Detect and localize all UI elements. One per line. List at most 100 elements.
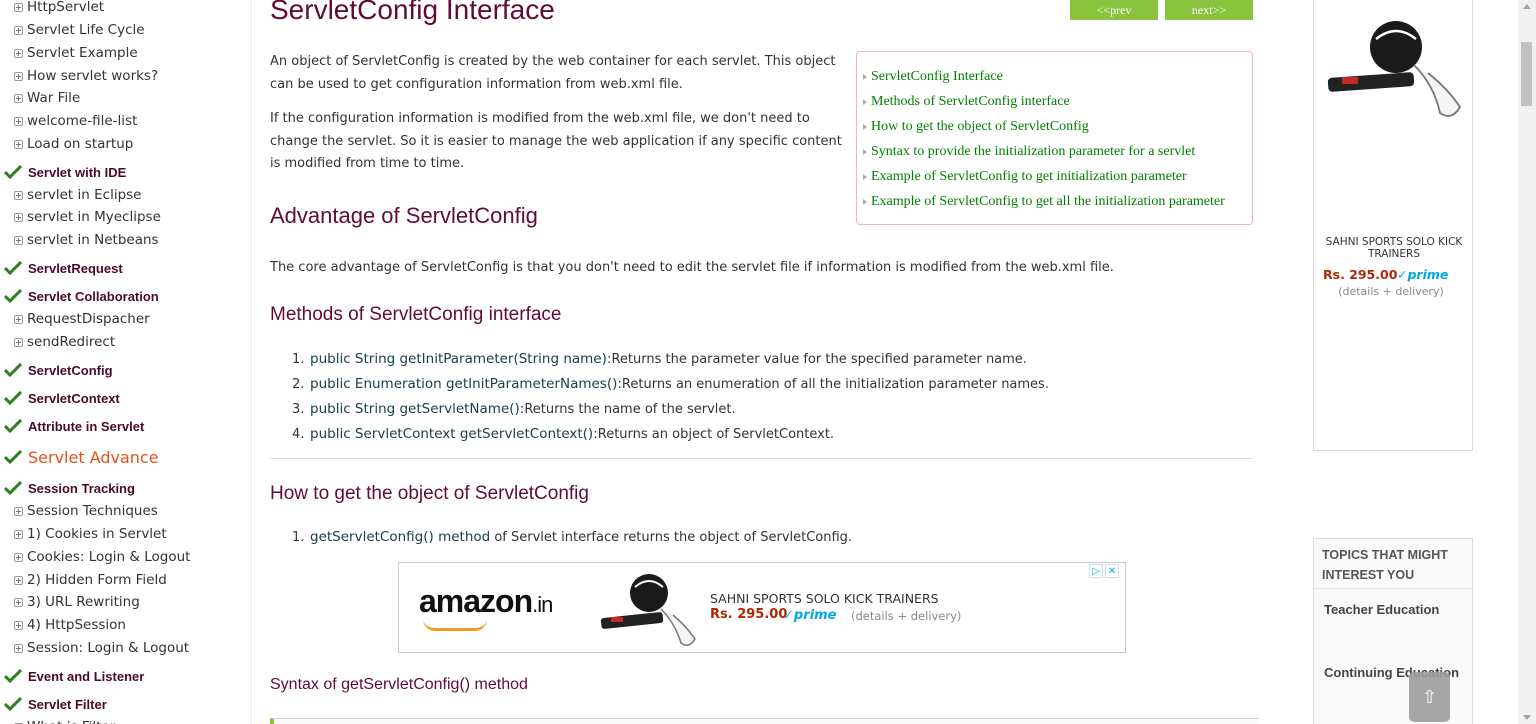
ad-choices[interactable]: ▷ ✕: [1089, 564, 1119, 578]
checkmark-icon: [4, 450, 22, 464]
sidebar-item-label: Servlet Life Cycle: [27, 22, 145, 38]
sidebar-item-servlet-example[interactable]: Servlet Example: [14, 42, 138, 64]
get-object-heading: How to get the object of ServletConfig: [270, 483, 589, 504]
sidebar-item-event-and-listener[interactable]: Event and Listener: [4, 665, 144, 687]
sidebar-item-servlet-collaboration[interactable]: Servlet Collaboration: [4, 285, 159, 307]
sidebar-item-label: RequestDispacher: [27, 311, 150, 327]
kick-trainer-product-image: [1327, 21, 1462, 117]
toc-link[interactable]: Example of ServletConfig to get initiali…: [871, 169, 1187, 185]
expand-icon: [14, 620, 23, 630]
checkmark-icon: [4, 669, 22, 683]
sidebar-item-session-login-logout[interactable]: Session: Login & Logout: [14, 637, 189, 659]
sidebar-item-sendredirect[interactable]: sendRedirect: [14, 331, 115, 353]
sidebar-item-servlet-in-myeclipse[interactable]: servlet in Myeclipse: [14, 206, 161, 228]
ad-product-title[interactable]: SAHNI SPORTS SOLO KICK TRAINERS: [1314, 236, 1474, 260]
sidebar-item-servlet-filter[interactable]: Servlet Filter: [4, 693, 107, 715]
sidebar-item-label: servlet in Netbeans: [27, 232, 159, 248]
sidebar-item-requestdispacher[interactable]: RequestDispacher: [14, 308, 150, 330]
ad-price: Rs. 295.00: [1323, 267, 1398, 282]
ad-details-link[interactable]: (details + delivery): [1314, 285, 1468, 298]
banner-price: Rs. 295.00: [710, 607, 788, 622]
sidebar-item-1-cookies-in-servlet[interactable]: 1) Cookies in Servlet: [14, 523, 167, 545]
sidebar-item-label: Load on startup: [27, 136, 134, 152]
sidebar-item-3-url-rewriting[interactable]: 3) URL Rewriting: [14, 591, 140, 613]
sidebar-item-servlet-in-netbeans[interactable]: servlet in Netbeans: [14, 229, 159, 251]
sidebar-item-session-tracking[interactable]: Session Tracking: [4, 477, 135, 499]
sidebar-item-label: servlet in Myeclipse: [27, 209, 161, 225]
sidebar-item-label: Session: Login & Logout: [27, 640, 190, 656]
sidebar-item-servletrequest[interactable]: ServletRequest: [4, 257, 123, 279]
topic-teacher-education[interactable]: Teacher Education: [1324, 602, 1439, 617]
sidebar-item-servletcontext[interactable]: ServletContext: [4, 387, 120, 409]
sidebar-item-httpservlet[interactable]: HttpServlet: [14, 0, 104, 18]
sidebar-item-4-httpsession[interactable]: 4) HttpSession: [14, 614, 126, 636]
sidebar-item-cookies-login-logout[interactable]: Cookies: Login & Logout: [14, 546, 190, 568]
sidebar-item-2-hidden-form-field[interactable]: 2) Hidden Form Field: [14, 569, 167, 591]
sidebar-item-servlet-with-ide[interactable]: Servlet with IDE: [4, 161, 126, 183]
scroll-to-top-button[interactable]: ⇧: [1409, 672, 1450, 722]
sidebar-item-servlet-life-cycle[interactable]: Servlet Life Cycle: [14, 19, 145, 41]
ad-choices-icon[interactable]: ▷: [1089, 564, 1103, 578]
method-description: Returns an object of ServletContext.: [597, 427, 835, 442]
expand-icon: [14, 48, 23, 58]
scroll-up-icon[interactable]: [1523, 4, 1531, 9]
amazon-banner-ad[interactable]: amazon.in SAHNI SPORTS SOLO KICK TRAINER…: [398, 562, 1126, 653]
sidebar-item-label: Cookies: Login & Logout: [27, 549, 191, 565]
toc-item[interactable]: Methods of ServletConfig interface: [863, 89, 1252, 114]
list-item: 4. public ServletContext getServletContex…: [292, 426, 834, 442]
next-button[interactable]: next>>: [1165, 0, 1253, 20]
scrollbar-thumb[interactable]: [1521, 42, 1532, 106]
scroll-down-icon[interactable]: [1523, 715, 1531, 720]
triangle-right-icon: [863, 123, 867, 130]
banner-details-link[interactable]: (details + delivery): [851, 609, 961, 623]
list-number: 2.: [292, 377, 305, 392]
syntax-heading: Syntax of getServletConfig() method: [270, 676, 528, 693]
expand-icon: [14, 337, 23, 347]
prev-button[interactable]: <<prev: [1070, 0, 1158, 20]
sidebar-item-welcome-file-list[interactable]: welcome-file-list: [14, 110, 137, 132]
sidebar-item-session-techniques[interactable]: Session Techniques: [14, 500, 158, 522]
method-signature: getServletConfig() method: [310, 529, 491, 545]
toc-item[interactable]: ServletConfig Interface: [863, 64, 1252, 89]
left-sidebar: HttpServlet Servlet Life Cycle Servlet Exa…: [0, 0, 252, 724]
sidebar-item-servletconfig[interactable]: ServletConfig: [4, 359, 113, 381]
sidebar-item-label: 2) Hidden Form Field: [27, 572, 167, 588]
sidebar-item-label: ServletConfig: [28, 362, 113, 378]
sidebar-item-load-on-startup[interactable]: Load on startup: [14, 133, 133, 155]
sidebar-item-how-servlet-works[interactable]: How servlet works?: [14, 65, 158, 87]
checkmark-icon: [4, 165, 22, 179]
sidebar-item-what-is-filter[interactable]: What is Filter: [14, 716, 115, 724]
list-item: 2. public Enumeration getInitParameterNam…: [292, 376, 1049, 392]
toc-link[interactable]: Syntax to provide the initialization par…: [871, 144, 1195, 160]
triangle-right-icon: [863, 173, 867, 180]
sidebar-item-war-file[interactable]: War File: [14, 87, 80, 109]
sidebar-item-servlet-in-eclipse[interactable]: servlet in Eclipse: [14, 184, 141, 206]
toc-link[interactable]: ServletConfig Interface: [871, 69, 1003, 85]
ad-prime-badge: ✓prime: [1397, 267, 1449, 282]
close-icon[interactable]: ✕: [1105, 564, 1119, 578]
toc-item[interactable]: Syntax to provide the initialization par…: [863, 139, 1252, 164]
sidebar-item-label: Session Tracking: [28, 480, 135, 496]
expand-icon: [14, 597, 23, 607]
toc-item[interactable]: Example of ServletConfig to get all the …: [863, 189, 1252, 214]
product-ad[interactable]: SAHNI SPORTS SOLO KICK TRAINERS Rs. 295.…: [1313, 0, 1473, 451]
toc-item[interactable]: How to get the object of ServletConfig: [863, 114, 1252, 139]
toc-item[interactable]: Example of ServletConfig to get initiali…: [863, 164, 1252, 189]
sidebar-item-servlet-advance[interactable]: Servlet Advance: [4, 446, 159, 468]
toc-link[interactable]: How to get the object of ServletConfig: [871, 119, 1089, 135]
banner-product-title[interactable]: SAHNI SPORTS SOLO KICK TRAINERS: [710, 591, 939, 606]
banner-prime-badge: ✓prime: [783, 608, 837, 623]
sidebar-item-label: Servlet Filter: [28, 696, 107, 712]
toc-link[interactable]: Methods of ServletConfig interface: [871, 94, 1070, 110]
list-item: 1. public String getInitParameter(String …: [292, 351, 1027, 367]
toc-link[interactable]: Example of ServletConfig to get all the …: [871, 194, 1225, 210]
triangle-right-icon: [863, 198, 867, 205]
vertical-scrollbar[interactable]: [1518, 0, 1536, 724]
expand-icon: [14, 139, 23, 149]
checkmark-icon: [4, 481, 22, 495]
expand-icon: [14, 116, 23, 126]
kick-trainer-product-image: [600, 574, 696, 646]
sidebar-item-attribute-in-servlet[interactable]: Attribute in Servlet: [4, 415, 144, 437]
sidebar-item-label: 4) HttpSession: [27, 617, 126, 633]
sidebar-item-label: Servlet with IDE: [28, 164, 127, 180]
